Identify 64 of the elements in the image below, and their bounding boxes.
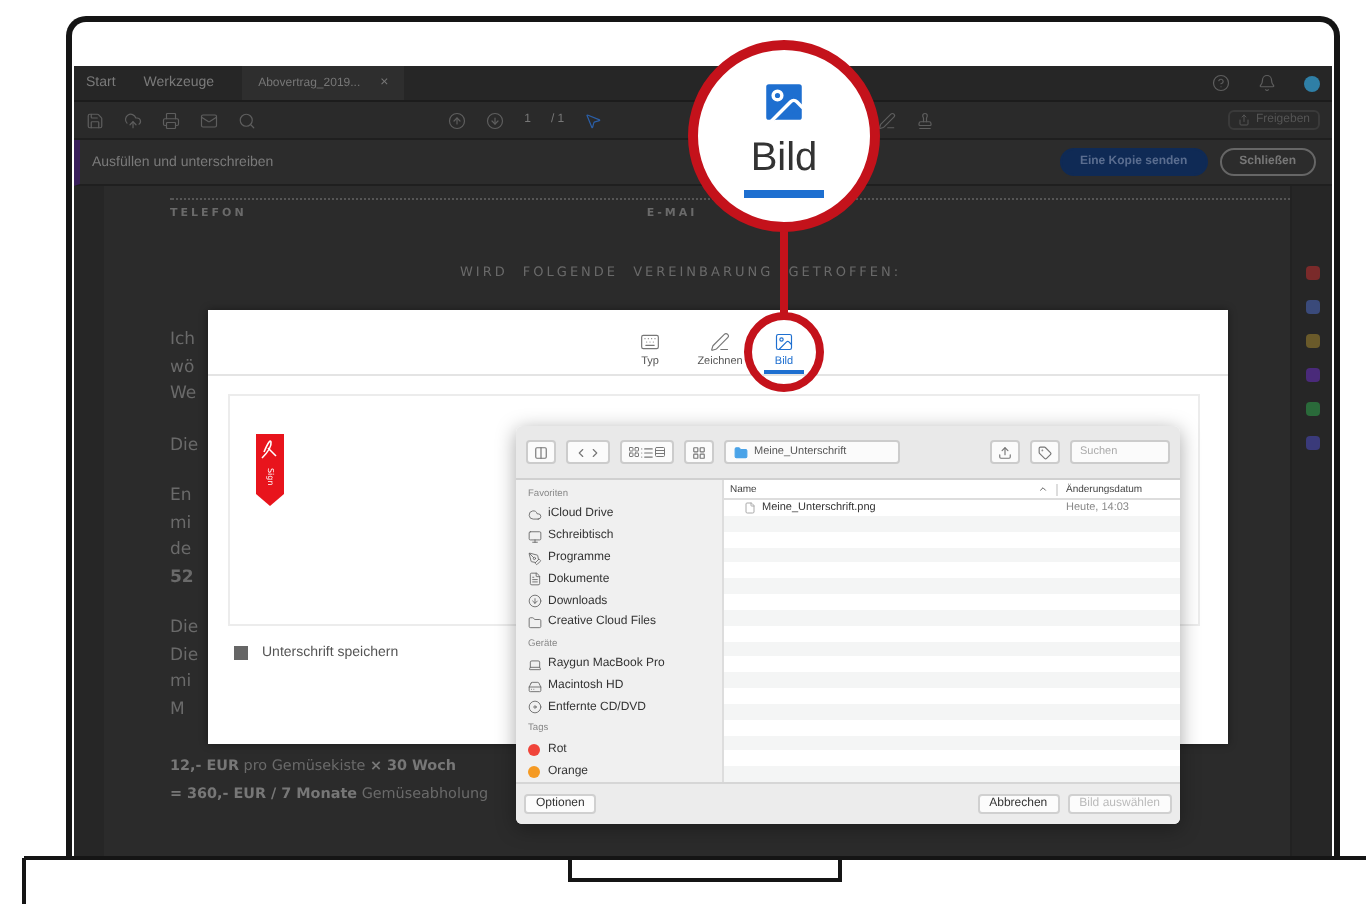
text-fragment: Die (170, 433, 199, 459)
help-icon[interactable] (1212, 74, 1230, 92)
view-mode-button[interactable] (620, 440, 674, 464)
avatar[interactable] (1304, 75, 1320, 91)
document-icon (528, 572, 542, 587)
tool-icon[interactable] (1305, 334, 1319, 348)
tool-icon[interactable] (1305, 436, 1319, 450)
tool-icon[interactable] (1305, 300, 1319, 314)
mail-icon[interactable] (200, 111, 218, 129)
callout-label: Bild (750, 135, 818, 181)
image-icon (774, 332, 794, 352)
text-fragment: Die (170, 616, 199, 642)
keyboard-icon (640, 332, 660, 352)
share-icon (998, 445, 1012, 459)
text-fragment: de (170, 538, 192, 564)
save-signature-checkbox[interactable] (234, 646, 248, 660)
grid-icon (628, 446, 640, 458)
text-fragment: We (170, 382, 197, 408)
highlight-ring (744, 312, 824, 392)
text-fragment: mi (170, 670, 192, 696)
sort-icon (1038, 484, 1048, 495)
back-icon (574, 445, 588, 459)
sidebar-toggle-button[interactable] (526, 440, 556, 464)
laptop-icon (528, 657, 542, 672)
cloud-icon (528, 507, 542, 522)
pen-icon[interactable] (878, 111, 897, 129)
print-icon[interactable] (162, 111, 180, 129)
selected-underline (744, 189, 824, 197)
share-button[interactable] (990, 440, 1020, 464)
back-forward-button[interactable] (566, 440, 610, 464)
text-fragment: mi (170, 511, 192, 537)
download-icon (528, 594, 542, 609)
file-icon (744, 502, 756, 515)
text-fragment: Ich (170, 328, 196, 354)
grid-icon (692, 445, 706, 459)
tool-icon[interactable] (1305, 368, 1319, 382)
list-icon (640, 445, 654, 459)
pen-icon (710, 332, 730, 352)
share-icon (1237, 114, 1250, 126)
stamp-icon[interactable] (916, 111, 935, 129)
text-fragment: 52 (170, 565, 194, 591)
text-fragment: En (170, 484, 192, 510)
arrange-button[interactable] (684, 440, 714, 464)
save-icon[interactable] (86, 111, 104, 129)
cursor-icon[interactable] (584, 111, 603, 129)
text-fragment: wö (170, 355, 195, 381)
text-fragment: Die (170, 643, 199, 669)
disc-icon (528, 700, 542, 715)
text-fragment: M (170, 697, 185, 723)
previous-page-icon[interactable] (448, 111, 467, 129)
bell-icon[interactable] (1258, 74, 1276, 92)
desktop-icon (528, 529, 542, 544)
tag-icon (1038, 445, 1052, 459)
upload-icon[interactable] (124, 111, 142, 129)
sidebar-icon (534, 445, 548, 459)
rows-icon (654, 446, 666, 458)
search-icon[interactable] (238, 111, 256, 129)
tag-button[interactable] (1030, 440, 1060, 464)
forward-icon (588, 445, 602, 459)
tool-icon[interactable] (1305, 402, 1319, 416)
folder-icon (528, 615, 542, 630)
next-page-icon[interactable] (486, 111, 505, 129)
folder-icon (734, 445, 748, 459)
tool-icon[interactable] (1305, 266, 1319, 280)
